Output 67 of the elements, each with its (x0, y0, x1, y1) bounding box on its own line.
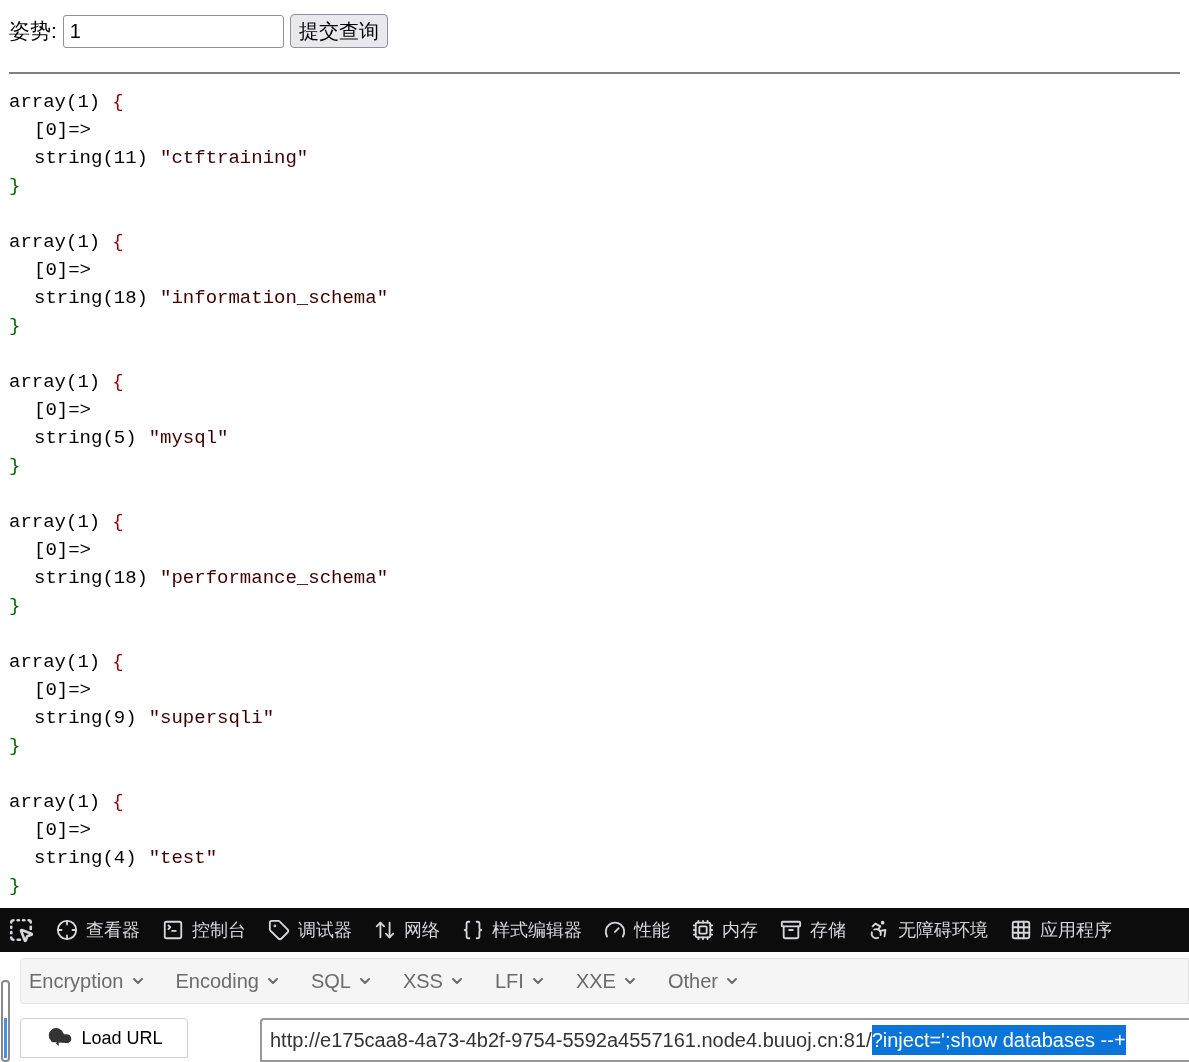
inspector-icon (56, 919, 78, 941)
dump-text: [0]=> (33, 118, 92, 143)
dump-text: string(11) (34, 146, 149, 171)
field-label: 姿势: (9, 18, 57, 45)
menu-dropdown[interactable]: XXE (575, 966, 638, 996)
brace: } (9, 594, 22, 619)
devtools-tab[interactable]: 样式编辑器 (462, 916, 582, 944)
menu-dropdown[interactable]: Encoding (175, 966, 281, 996)
console-icon (162, 919, 184, 941)
picker-icon[interactable] (8, 917, 34, 943)
dump-value: "information_schema" (160, 286, 389, 311)
dump-value: "ctftraining" (160, 146, 309, 171)
style-icon (462, 919, 484, 941)
devtools-tab[interactable]: 查看器 (56, 916, 140, 944)
menu-dropdown[interactable]: Encryption (29, 966, 146, 996)
brace: } (9, 314, 22, 339)
dump-value: "test" (148, 846, 218, 871)
brace: } (9, 734, 22, 759)
dump-text: array(1) (9, 790, 101, 815)
dump-value: "mysql" (148, 426, 229, 451)
dump-text: [0]=> (33, 258, 92, 283)
input-field[interactable]: 1 (62, 14, 284, 48)
devtools-tab[interactable]: 应用程序 (1010, 916, 1112, 944)
dump-text: array(1) (9, 510, 101, 535)
apps-icon (1010, 919, 1032, 941)
menu-dropdown[interactable]: XSS (402, 966, 465, 996)
dump-text: string(4) (34, 846, 137, 871)
brace: } (9, 874, 22, 899)
dump-text: array(1) (9, 370, 101, 395)
storage-icon (780, 919, 802, 941)
dump-text: array(1) (9, 230, 101, 255)
brace: { (112, 650, 124, 675)
brace: { (112, 230, 124, 255)
dump-text: [0]=> (33, 398, 92, 423)
memory-icon (692, 919, 714, 941)
dump-text: [0]=> (33, 538, 92, 563)
brace: { (112, 790, 124, 815)
menu-dropdown[interactable]: SQL (310, 966, 373, 996)
dump-text: string(18) (34, 286, 149, 311)
devtools-tab[interactable]: 内存 (692, 916, 758, 944)
devtools-tab[interactable]: 控制台 (162, 916, 246, 944)
menu-dropdown[interactable]: LFI (494, 966, 546, 996)
brace: { (112, 370, 124, 395)
dump-value: "performance_schema" (160, 566, 389, 591)
dump-text: array(1) (9, 650, 101, 675)
brace: } (9, 454, 22, 479)
devtools-tab[interactable]: 无障碍环境 (868, 916, 988, 944)
brace: { (112, 90, 124, 115)
devtools-tab[interactable]: 存储 (780, 916, 846, 944)
submit-button[interactable]: 提交查询 (289, 14, 388, 48)
scroll-handle[interactable] (1, 980, 10, 1062)
devtools-tab[interactable]: 性能 (604, 916, 670, 944)
devtools-tab[interactable]: 网络 (374, 916, 440, 944)
debugger-icon (268, 919, 290, 941)
dump-text: string(5) (34, 426, 137, 451)
menu-dropdown[interactable]: Other (667, 966, 740, 996)
dump-text: [0]=> (33, 678, 92, 703)
dump-text: [0]=> (33, 818, 92, 843)
dump-text: array(1) (9, 90, 101, 115)
network-icon (374, 919, 396, 941)
load-url-button[interactable]: Load URL (20, 1018, 188, 1058)
devtools-tab[interactable]: 调试器 (268, 916, 352, 944)
dump-value: "supersqli" (148, 706, 275, 731)
brace: { (112, 510, 124, 535)
dump-text: string(9) (34, 706, 137, 731)
dump-text: string(18) (34, 566, 149, 591)
brace: } (9, 174, 22, 199)
